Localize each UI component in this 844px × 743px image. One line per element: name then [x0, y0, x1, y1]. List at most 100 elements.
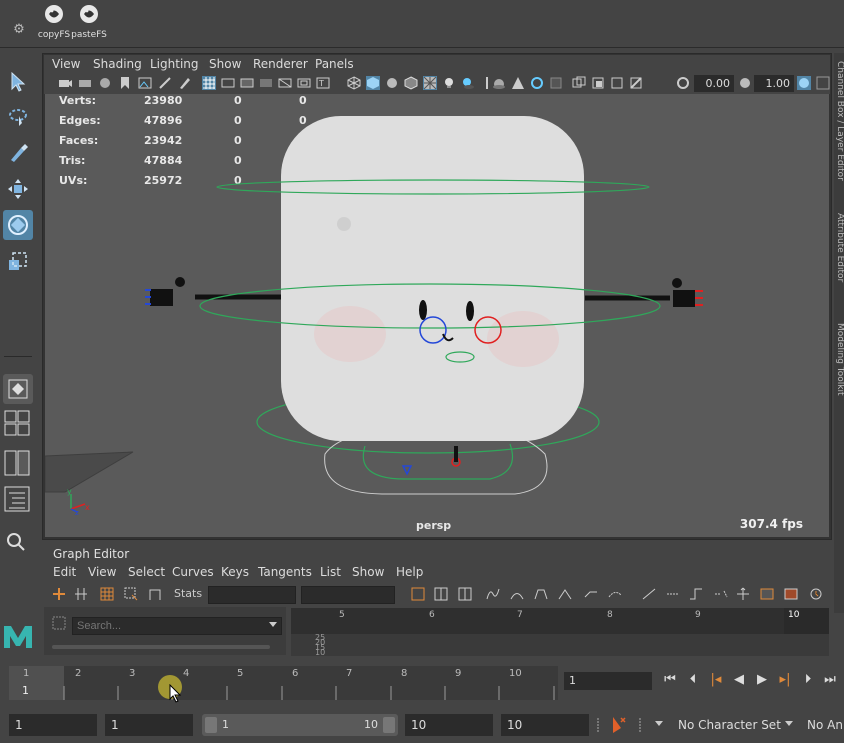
chevron-down-icon[interactable]	[654, 720, 664, 728]
break-tangent-icon[interactable]	[666, 587, 680, 601]
xray-joints-icon[interactable]	[591, 76, 605, 90]
camera-select-icon[interactable]	[58, 76, 72, 90]
2d-pan-icon[interactable]	[158, 76, 172, 90]
menu-show[interactable]: Show	[209, 57, 241, 71]
layout-single-button[interactable]	[3, 374, 33, 404]
ge-menu-list[interactable]: List	[320, 565, 341, 579]
menu-renderer[interactable]: Renderer	[253, 57, 308, 71]
go-to-start-button[interactable]: ⏮	[660, 672, 680, 690]
play-backwards-button[interactable]: ◀	[729, 672, 749, 690]
layout-four-button[interactable]	[4, 410, 32, 438]
playback-start-field[interactable]: 1	[105, 714, 193, 736]
go-to-end-button[interactable]: ⏭	[820, 672, 840, 690]
end-time-field[interactable]: 10	[501, 714, 589, 736]
chevron-down-icon[interactable]	[268, 621, 278, 629]
current-frame-field[interactable]: 1	[564, 672, 652, 690]
grease-pencil-icon[interactable]	[178, 76, 192, 90]
layout-two-button[interactable]	[4, 450, 32, 478]
key-preferences-icon[interactable]	[636, 718, 644, 732]
lights-icon[interactable]	[442, 76, 456, 90]
camera-lock-icon[interactable]	[78, 76, 92, 90]
stats-field-time[interactable]	[208, 586, 296, 604]
split-curve-icon[interactable]	[458, 587, 472, 601]
normalize-icon[interactable]	[736, 587, 750, 601]
shelf-button-copyfs[interactable]: copyFS	[36, 2, 72, 42]
wireframe-icon[interactable]	[347, 76, 361, 90]
retime-tool-icon[interactable]	[148, 587, 162, 601]
grid-icon[interactable]	[202, 76, 216, 90]
paint-select-tool[interactable]	[3, 138, 33, 168]
viewport-3d[interactable]: Verts: 23980 0 0 Edges: 47896 0 0 Faces:…	[45, 94, 829, 537]
ge-menu-edit[interactable]: Edit	[53, 565, 76, 579]
step-forward-key-button[interactable]: ▸|	[775, 672, 795, 690]
time-slider[interactable]: 1 2 3 4 5 6 7 8 9 10 1	[9, 666, 558, 703]
safe-action-icon[interactable]	[297, 76, 311, 90]
gear-icon[interactable]: ⚙	[10, 22, 28, 40]
marshmallow-body[interactable]	[281, 116, 584, 441]
image-plane-icon[interactable]	[138, 76, 152, 90]
film-gate-icon[interactable]	[221, 76, 235, 90]
arm-right[interactable]	[585, 278, 703, 307]
exposure-field[interactable]: 0.00	[694, 75, 734, 92]
step-tangent-icon[interactable]	[608, 587, 622, 601]
scale-tool[interactable]	[3, 246, 33, 276]
plateau-tangent-icon[interactable]	[642, 587, 656, 601]
current-time-indicator[interactable]: 10	[784, 608, 829, 634]
textured-icon[interactable]	[423, 76, 437, 90]
flat-tangent-icon[interactable]	[584, 587, 598, 601]
ge-menu-help[interactable]: Help	[396, 565, 423, 579]
move-keys-icon[interactable]	[52, 587, 66, 601]
safe-title-icon[interactable]: T	[316, 76, 330, 90]
play-forwards-button[interactable]: ▶	[752, 672, 772, 690]
menu-panels[interactable]: Panels	[315, 57, 354, 71]
field-chart-icon[interactable]	[278, 76, 292, 90]
insert-keys-icon[interactable]	[74, 587, 88, 601]
free-weight-icon[interactable]	[714, 587, 728, 601]
tab-attribute-editor[interactable]: Attribute Editor	[835, 213, 844, 282]
trax-editor-icon[interactable]	[784, 587, 798, 601]
ge-menu-tangents[interactable]: Tangents	[258, 565, 312, 579]
wireframe-on-shaded-icon[interactable]	[404, 76, 418, 90]
ge-menu-select[interactable]: Select	[128, 565, 165, 579]
start-time-field[interactable]: 1	[9, 714, 97, 736]
anti-aliasing-icon[interactable]	[511, 76, 525, 90]
range-slider[interactable]: 1 10	[202, 714, 398, 736]
character-set-dropdown[interactable]: No Character Set	[674, 714, 781, 736]
default-material-icon[interactable]	[385, 76, 399, 90]
color-management-icon[interactable]	[797, 76, 811, 90]
filter-icon[interactable]	[52, 616, 66, 630]
rotate-tool[interactable]	[3, 210, 33, 240]
spline-tangent-icon[interactable]	[510, 587, 524, 601]
region-tool-icon[interactable]	[124, 587, 138, 601]
ge-collapse-bar[interactable]	[50, 645, 286, 649]
graph-ruler[interactable]: 5 6 7 8 9 10 25 20 15 10	[291, 608, 829, 657]
step-back-key-button[interactable]: |◂	[706, 672, 726, 690]
xray-components-icon[interactable]	[610, 76, 624, 90]
camera-attributes-icon[interactable]	[98, 76, 112, 90]
auto-tangent-icon[interactable]	[486, 587, 500, 601]
toolbar-more-icon[interactable]	[816, 76, 830, 90]
bookmark-icon[interactable]	[118, 76, 132, 90]
anim-layer-dropdown[interactable]: No Anim	[803, 714, 844, 736]
linear-tangent-icon[interactable]	[558, 587, 572, 601]
buffer-curve-icon[interactable]	[411, 587, 425, 601]
ge-menu-view[interactable]: View	[88, 565, 116, 579]
graph-editor-search-input[interactable]	[72, 617, 282, 635]
move-tool[interactable]	[3, 174, 33, 204]
isolate-select-icon[interactable]	[549, 76, 563, 90]
ge-menu-keys[interactable]: Keys	[221, 565, 249, 579]
lasso-tool[interactable]	[3, 102, 33, 132]
resolution-gate-icon[interactable]	[240, 76, 254, 90]
gamma-icon[interactable]	[738, 76, 752, 90]
exposure-icon[interactable]	[629, 76, 643, 90]
tab-channel-box[interactable]: Channel Box / Layer Editor	[835, 61, 844, 181]
xray-icon[interactable]	[572, 76, 586, 90]
shelf-button-pastefs[interactable]: pasteFS	[71, 2, 107, 42]
time-editor-icon[interactable]	[809, 587, 823, 601]
tab-modeling-toolkit[interactable]: Modeling Toolkit	[835, 323, 844, 396]
ge-menu-curves[interactable]: Curves	[172, 565, 214, 579]
auto-key-icon[interactable]	[609, 716, 627, 734]
playback-end-field[interactable]: 10	[405, 714, 493, 736]
unify-tangent-icon[interactable]	[689, 587, 703, 601]
stats-field-value[interactable]	[301, 586, 395, 604]
